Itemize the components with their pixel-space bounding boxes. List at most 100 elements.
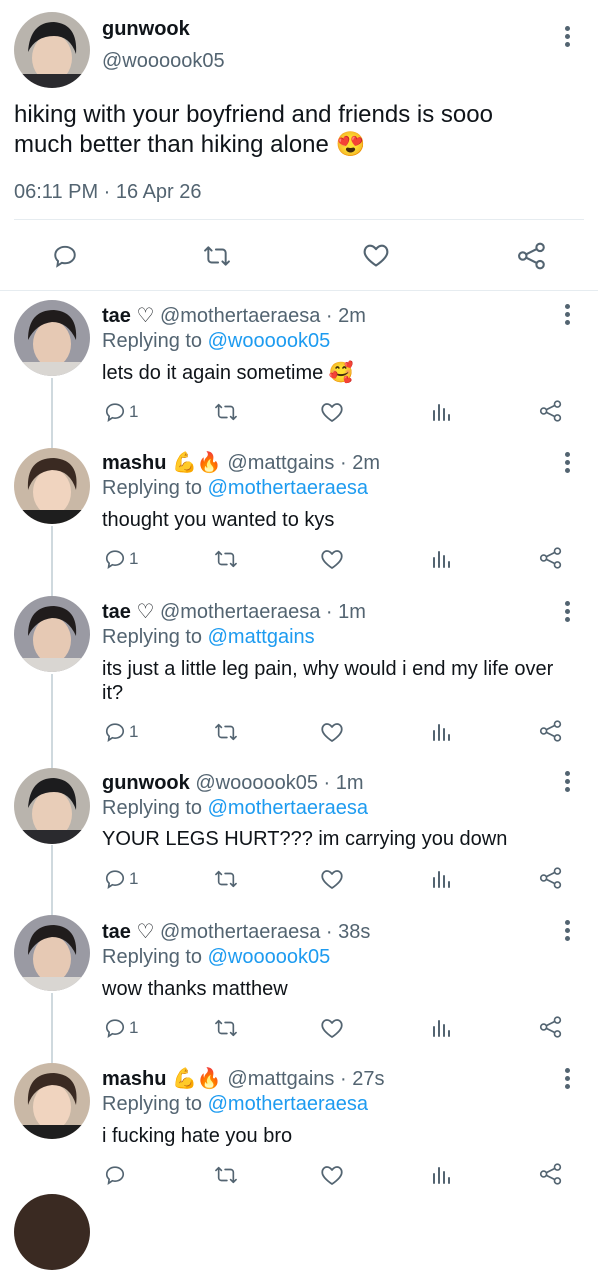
replying-to-link[interactable]: @woooook05	[208, 330, 331, 352]
like-icon[interactable]	[320, 401, 344, 423]
share-icon[interactable]	[539, 400, 563, 422]
like-icon[interactable]	[320, 1017, 344, 1039]
reply-author-name[interactable]: mashu	[102, 452, 166, 474]
retweet-icon[interactable]	[213, 1164, 239, 1186]
reply-text: lets do it again sometime 🥰	[102, 361, 354, 385]
reply-count: 1	[129, 722, 139, 741]
reply-author-name[interactable]: mashu	[102, 1068, 166, 1090]
reply-time: · 1m	[325, 601, 366, 623]
avatar[interactable]	[14, 1194, 90, 1270]
reply-text: thought you wanted to kys	[102, 509, 335, 531]
more-options-icon[interactable]	[557, 302, 577, 328]
replying-to: Replying to @woooook05	[102, 329, 330, 353]
retweet-icon[interactable]	[213, 548, 239, 570]
like-icon[interactable]	[320, 721, 344, 743]
analytics-icon[interactable]	[431, 869, 451, 889]
like-icon[interactable]	[320, 868, 344, 890]
retweet-icon[interactable]	[213, 721, 239, 743]
reply-author-handle[interactable]: @mothertaeraesa	[160, 305, 320, 327]
more-options-icon[interactable]	[557, 599, 577, 625]
avatar[interactable]	[14, 300, 90, 376]
replying-to: Replying to @mattgains	[102, 625, 315, 649]
replying-to-link[interactable]: @mothertaeraesa	[208, 1093, 368, 1115]
more-options-icon[interactable]	[557, 1066, 577, 1092]
replying-to-label: Replying to	[102, 330, 203, 352]
reply-count: 1	[129, 1018, 139, 1037]
replying-to: Replying to @mothertaeraesa	[102, 796, 368, 820]
reply-author-handle[interactable]: @woooook05	[195, 772, 318, 794]
share-icon[interactable]	[517, 242, 547, 270]
reply-time: · 1m	[323, 772, 364, 794]
reply-author-name[interactable]: tae	[102, 601, 131, 623]
share-icon[interactable]	[539, 1016, 563, 1038]
reply-count: 1	[129, 869, 139, 888]
reply-icon[interactable]	[52, 243, 78, 269]
reply-text: its just a little leg pain, why would i …	[102, 657, 553, 705]
like-icon[interactable]	[320, 1164, 344, 1186]
more-options-icon[interactable]	[557, 450, 577, 476]
reply-header: tae ♡ @mothertaeraesa · 38s	[102, 920, 370, 944]
retweet-icon[interactable]	[213, 401, 239, 423]
analytics-icon[interactable]	[431, 722, 451, 742]
replying-to-link[interactable]: @mothertaeraesa	[208, 797, 368, 819]
share-icon[interactable]	[539, 720, 563, 742]
reply-author-name[interactable]: gunwook	[102, 772, 190, 794]
reply-icon[interactable]	[104, 1164, 126, 1186]
analytics-icon[interactable]	[431, 1165, 451, 1185]
reply-header: tae ♡ @mothertaeraesa · 2m	[102, 304, 366, 328]
analytics-icon[interactable]	[431, 549, 451, 569]
reply-author-name[interactable]: tae	[102, 921, 131, 943]
avatar[interactable]	[14, 915, 90, 991]
reply-author-name[interactable]: tae	[102, 305, 131, 327]
reply-icon[interactable]	[104, 868, 126, 890]
reply-header: mashu 💪🔥 @mattgains · 2m	[102, 451, 380, 475]
author-handle[interactable]: @woooook05	[102, 50, 225, 73]
heart-badge: ♡	[136, 601, 155, 623]
reply-icon[interactable]	[104, 1017, 126, 1039]
analytics-icon[interactable]	[431, 402, 451, 422]
reply-icon[interactable]	[104, 548, 126, 570]
avatar[interactable]	[14, 1063, 90, 1139]
divider	[0, 290, 598, 291]
replying-to-link[interactable]: @mattgains	[208, 626, 315, 648]
avatar[interactable]	[14, 448, 90, 524]
avatar[interactable]	[14, 596, 90, 672]
retweet-icon[interactable]	[213, 1017, 239, 1039]
reply-time: · 2m	[325, 305, 366, 327]
like-icon[interactable]	[320, 548, 344, 570]
tweet-text-line: much better than hiking alone	[14, 131, 329, 158]
share-icon[interactable]	[539, 1163, 563, 1185]
divider	[14, 219, 584, 220]
reply-author-handle[interactable]: @mothertaeraesa	[160, 601, 320, 623]
smiling-hearts-emoji: 🥰	[328, 362, 354, 384]
thread-line	[51, 378, 53, 448]
reply-author-handle[interactable]: @mattgains	[227, 1068, 334, 1090]
author-name[interactable]: gunwook	[102, 18, 190, 41]
more-options-icon[interactable]	[557, 24, 577, 50]
reply-author-handle[interactable]: @mothertaeraesa	[160, 921, 320, 943]
analytics-icon[interactable]	[431, 1018, 451, 1038]
more-options-icon[interactable]	[557, 918, 577, 944]
tweet-text: hiking with your boyfriend and friends i…	[14, 100, 493, 160]
reply-time: · 38s	[325, 921, 371, 943]
tweet-text-line: hiking with your boyfriend and friends i…	[14, 101, 493, 128]
share-icon[interactable]	[539, 547, 563, 569]
reply-icon[interactable]	[104, 721, 126, 743]
retweet-icon[interactable]	[202, 243, 232, 269]
heart-eyes-emoji: 😍	[335, 131, 366, 158]
avatar[interactable]	[14, 12, 90, 88]
replying-to-link[interactable]: @mothertaeraesa	[208, 477, 368, 499]
reply-header: tae ♡ @mothertaeraesa · 1m	[102, 600, 366, 624]
retweet-icon[interactable]	[213, 868, 239, 890]
replying-to-link[interactable]: @woooook05	[208, 946, 331, 968]
heart-badge: ♡	[136, 921, 155, 943]
share-icon[interactable]	[539, 867, 563, 889]
more-options-icon[interactable]	[557, 769, 577, 795]
replying-to-label: Replying to	[102, 1093, 203, 1115]
like-icon[interactable]	[362, 242, 390, 268]
reply-author-handle[interactable]: @mattgains	[227, 452, 334, 474]
muscle-fire-badge: 💪🔥	[172, 1068, 222, 1090]
tweet-timestamp: 06:11 PM · 16 Apr 26	[14, 181, 202, 203]
reply-icon[interactable]	[104, 401, 126, 423]
avatar[interactable]	[14, 768, 90, 844]
